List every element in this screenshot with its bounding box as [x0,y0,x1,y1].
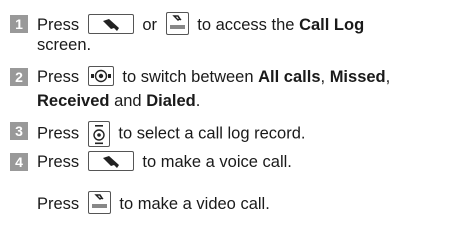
step-3-line-1: Press to select a call log record. [37,121,305,147]
step-1-line-2: screen. [37,36,92,54]
step-number: 4 [10,153,28,171]
step-4-line-2: Press to make a video call. [37,191,270,216]
video-call-key-icon [165,12,189,35]
step-4-line-1: Press to make a voice call. [37,150,292,173]
video-call-key-icon [87,191,111,214]
step-number: 3 [10,122,28,140]
handset-key-icon [87,13,134,34]
step-2-line-2: Received and Dialed. [37,92,201,110]
ok-key-icon [87,121,110,147]
step-number: 1 [10,15,28,33]
step-2-line-1: Press to switch between All calls, Misse… [37,65,390,88]
step-1-line-1: Press or to access the Call Log [37,12,364,37]
step-number: 2 [10,68,28,86]
nav-key-icon [87,65,114,86]
handset-key-icon [87,150,134,171]
